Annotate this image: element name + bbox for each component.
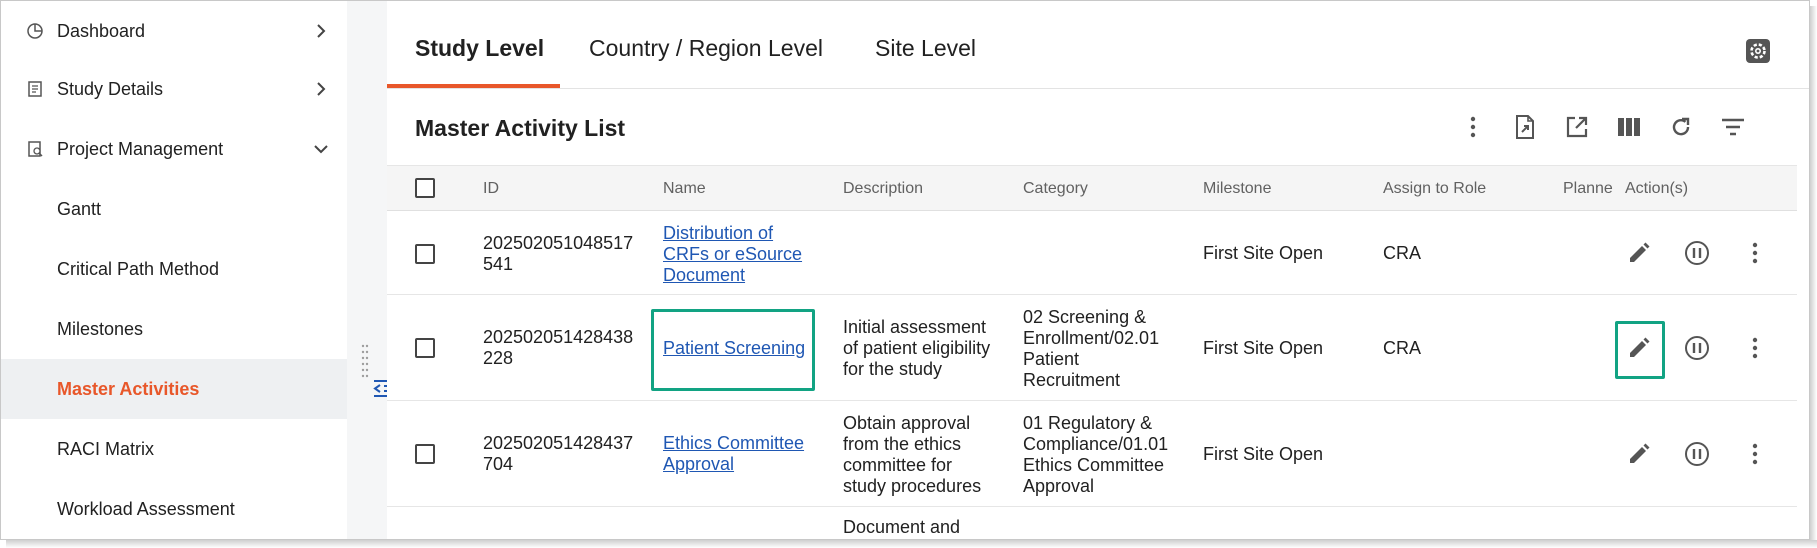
sidebar-item-dashboard[interactable]: Dashboard bbox=[1, 1, 347, 61]
sidebar-item-label: Dashboard bbox=[57, 20, 146, 41]
app-window: Dashboard Study Details Project Manageme… bbox=[0, 0, 1810, 540]
edit-pencil-icon[interactable] bbox=[1625, 334, 1653, 362]
sidebar-item-label: Project Management bbox=[57, 138, 224, 159]
row-category: 02 Screening & Enrollment/02.01 Patient Rec… bbox=[1023, 307, 1160, 390]
document-icon bbox=[25, 79, 45, 99]
row-name-link[interactable]: Distribution of CRFs or eSource Document bbox=[663, 223, 802, 286]
row-name-link[interactable]: Patient Screening bbox=[663, 338, 805, 359]
sidebar-item-label: Critical Path Method bbox=[57, 258, 220, 279]
row-role: CRA bbox=[1383, 243, 1422, 263]
table-header: ID Name Description Category Milestone A… bbox=[387, 165, 1797, 211]
columns-icon[interactable] bbox=[1615, 113, 1643, 141]
more-vertical-icon[interactable] bbox=[1459, 113, 1487, 141]
filter-icon[interactable] bbox=[1719, 113, 1747, 141]
sidebar-subitem-master-activities[interactable]: Master Activities bbox=[1, 359, 347, 419]
chevron-down-icon bbox=[311, 139, 331, 159]
select-all-checkbox[interactable] bbox=[415, 178, 435, 198]
column-header-category[interactable]: Category bbox=[1023, 180, 1088, 198]
sidebar-divider bbox=[347, 1, 387, 539]
chevron-right-icon bbox=[311, 21, 331, 41]
row-description: Document and bbox=[843, 517, 961, 537]
list-title: Master Activity List bbox=[415, 115, 626, 141]
row-id: 202502051048517 541 bbox=[483, 233, 634, 274]
row-description: Initial assessment of patient eligibility… bbox=[843, 317, 991, 379]
main-content: Study Level Country / Region Level Site … bbox=[387, 1, 1809, 539]
column-header-name[interactable]: Name bbox=[663, 180, 706, 198]
sidebar-item-label: Study Details bbox=[57, 78, 164, 99]
pause-circle-icon[interactable] bbox=[1683, 440, 1711, 468]
active-tab-indicator bbox=[387, 84, 560, 88]
row-name-link[interactable]: Ethics Committee Approval bbox=[663, 433, 804, 475]
pause-circle-icon[interactable] bbox=[1683, 334, 1711, 362]
edit-pencil-icon[interactable] bbox=[1625, 440, 1653, 468]
table-row: 202502051048517 541 Distribution of CRFs o… bbox=[387, 211, 1797, 295]
sidebar-item-label: Master Activities bbox=[57, 378, 200, 399]
row-more-vertical-icon[interactable] bbox=[1741, 239, 1769, 267]
open-external-icon[interactable] bbox=[1563, 113, 1591, 141]
row-checkbox[interactable] bbox=[415, 338, 435, 358]
gear-icon[interactable] bbox=[1745, 38, 1771, 64]
tab-bar: Study Level Country / Region Level Site … bbox=[387, 1, 1809, 89]
column-header-id[interactable]: ID bbox=[483, 180, 499, 198]
drag-handle-icon[interactable] bbox=[361, 343, 369, 383]
sidebar-subitem-critical-path-method[interactable]: Critical Path Method bbox=[1, 239, 347, 299]
column-header-planned[interactable]: Planne bbox=[1563, 180, 1613, 198]
row-milestone: First Site Open bbox=[1203, 243, 1324, 263]
sidebar-subitem-gantt[interactable]: Gantt bbox=[1, 179, 347, 239]
sidebar-item-label: Milestones bbox=[57, 318, 144, 339]
table-row: 202502051428437 704 Ethics Committee Appro… bbox=[387, 401, 1797, 507]
sidebar-subitem-raci-matrix[interactable]: RACI Matrix bbox=[1, 419, 347, 479]
document-search-icon bbox=[25, 139, 45, 159]
row-milestone: First Site Open bbox=[1203, 444, 1324, 464]
column-header-description[interactable]: Description bbox=[843, 180, 923, 198]
row-more-vertical-icon[interactable] bbox=[1741, 440, 1769, 468]
row-id: 202502051428438 228 bbox=[483, 327, 634, 368]
tab-study-level[interactable]: Study Level bbox=[415, 35, 544, 62]
edit-pencil-icon[interactable] bbox=[1625, 239, 1653, 267]
table-row: 202502051428438 228 Patient Screening Ini… bbox=[387, 295, 1797, 401]
pie-chart-icon bbox=[25, 21, 45, 41]
chevron-right-icon bbox=[311, 79, 331, 99]
table-row: Document and bbox=[387, 507, 1797, 539]
sidebar-item-label: Workload Assessment bbox=[57, 498, 235, 519]
window-shadow bbox=[1810, 6, 1817, 548]
row-id: 202502051428437 704 bbox=[483, 433, 634, 474]
sidebar-item-label: Gantt bbox=[57, 198, 102, 219]
sidebar: Dashboard Study Details Project Manageme… bbox=[1, 1, 347, 539]
row-description: Obtain approval from the ethics committee … bbox=[843, 413, 982, 496]
column-header-actions: Action(s) bbox=[1625, 180, 1689, 197]
tab-country-region-level[interactable]: Country / Region Level bbox=[589, 35, 823, 62]
sidebar-item-label: RACI Matrix bbox=[57, 438, 155, 459]
row-role: CRA bbox=[1383, 338, 1422, 358]
sidebar-item-study-details[interactable]: Study Details bbox=[1, 59, 347, 119]
sidebar-subitem-milestones[interactable]: Milestones bbox=[1, 299, 347, 359]
sidebar-subitem-workload-assessment[interactable]: Workload Assessment bbox=[1, 479, 347, 539]
tab-site-level[interactable]: Site Level bbox=[875, 35, 976, 62]
row-more-vertical-icon[interactable] bbox=[1741, 334, 1769, 362]
pause-circle-icon[interactable] bbox=[1683, 239, 1711, 267]
row-category: 01 Regulatory & Compliance/01.01 Ethics Co… bbox=[1023, 413, 1169, 496]
export-file-icon[interactable] bbox=[1511, 113, 1539, 141]
refresh-icon[interactable] bbox=[1667, 113, 1695, 141]
window-shadow bbox=[6, 540, 1817, 548]
row-checkbox[interactable] bbox=[415, 444, 435, 464]
column-header-milestone[interactable]: Milestone bbox=[1203, 180, 1271, 198]
row-checkbox[interactable] bbox=[415, 244, 435, 264]
row-milestone: First Site Open bbox=[1203, 338, 1324, 358]
column-header-assign-to-role[interactable]: Assign to Role bbox=[1383, 180, 1486, 198]
sidebar-item-project-management[interactable]: Project Management bbox=[1, 119, 347, 179]
